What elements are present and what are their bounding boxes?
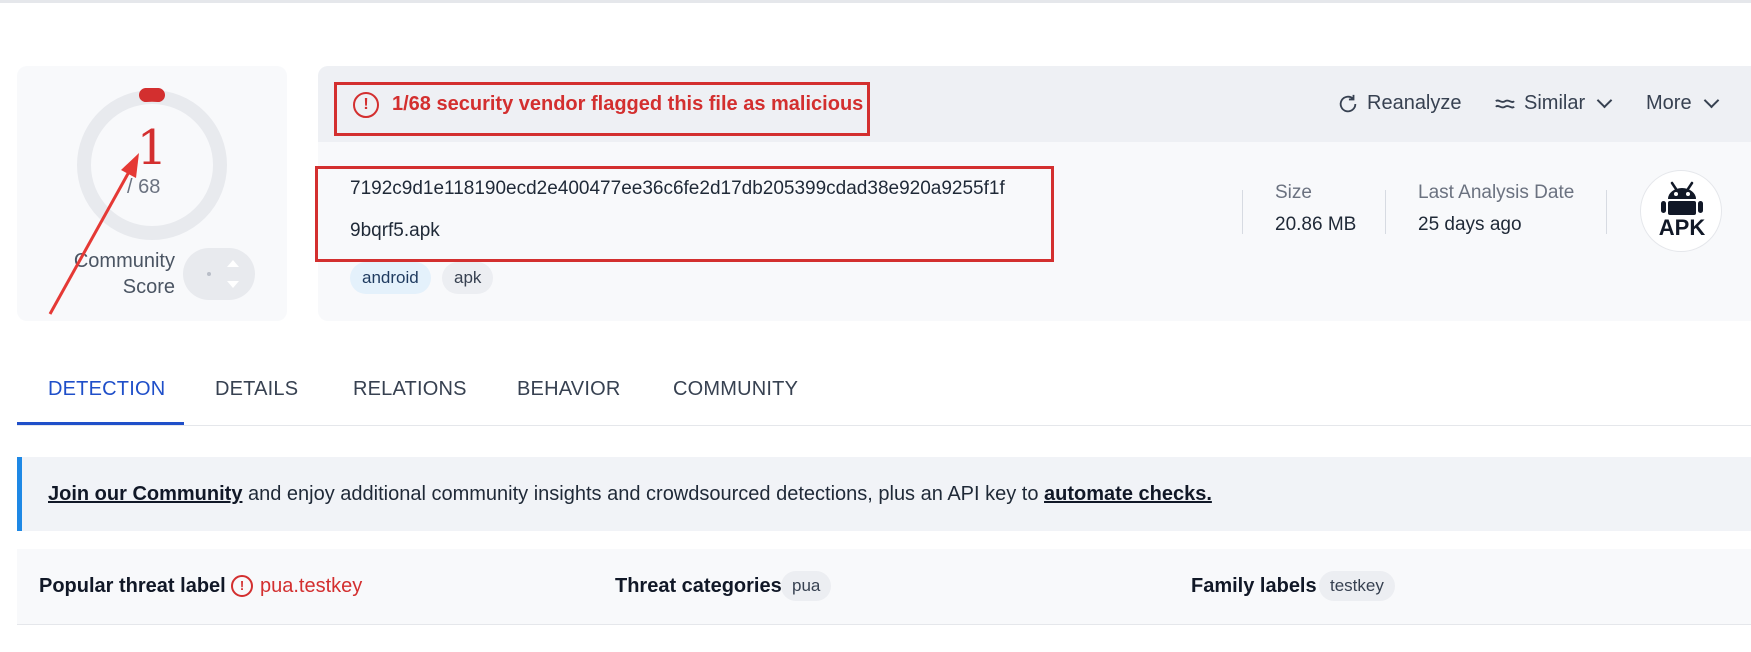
vote-down-icon[interactable] [227,281,239,288]
family-label-pill[interactable]: testkey [1319,571,1395,601]
banner-text: Join our Community and enjoy additional … [48,483,1212,505]
refresh-icon [1339,94,1357,112]
android-icon [1661,181,1703,215]
tab-behavior[interactable]: BEHAVIOR [517,378,620,401]
similar-icon [1495,99,1515,108]
chevron-down-icon [1703,92,1719,109]
alert-circle-icon: ! [353,92,379,118]
tag-apk[interactable]: apk [442,262,494,294]
detection-count: 1 [136,120,168,176]
meta-divider [1385,190,1386,234]
file-name: 9bqrf5.apk [350,220,440,241]
file-type-label: APK [1658,215,1706,240]
report-tabs: DETECTION DETAILS RELATIONS BEHAVIOR COM… [17,360,1751,426]
popular-threat-value[interactable]: pua.testkey [260,575,362,598]
community-score-label: Community Score [73,250,175,298]
malicious-alert-text: 1/68 security vendor flagged this file a… [392,93,864,115]
community-score-vote[interactable] [183,248,255,300]
popular-threat-label: Popular threat label [39,575,226,597]
meta-divider [1242,190,1243,234]
tab-detection[interactable]: DETECTION [48,378,165,401]
chevron-down-icon [1596,92,1613,109]
last-analysis-label: Last Analysis Date [1418,182,1575,203]
active-tab-indicator [17,422,184,425]
top-divider [0,0,1751,3]
threat-categories-label: Threat categories [615,575,782,597]
size-value: 20.86 MB [1275,214,1357,235]
vote-up-icon[interactable] [227,260,239,267]
file-hash[interactable]: 7192c9d1e118190ecd2e400477ee36c6fe2d17db… [350,178,1005,200]
tab-relations[interactable]: RELATIONS [353,378,467,401]
tab-details[interactable]: DETAILS [215,378,298,401]
threat-summary-row: Popular threat label ! pua.testkey Threa… [17,549,1751,625]
detection-total: / 68 [127,176,161,198]
tag-android[interactable]: android [350,262,431,294]
more-dropdown[interactable]: More [1646,92,1719,115]
meta-divider [1606,190,1607,234]
vote-dot-icon [207,272,211,276]
threat-category-pill[interactable]: pua [781,571,832,601]
automate-checks-link[interactable]: automate checks. [1044,483,1212,505]
family-labels-label: Family labels [1191,575,1317,597]
tab-community[interactable]: COMMUNITY [673,378,798,401]
alert-circle-icon: ! [231,575,253,597]
file-type-badge: APK [1640,170,1722,252]
last-analysis-value: 25 days ago [1418,214,1522,235]
community-score-card: 1 / 68 Community Score [17,66,287,321]
similar-dropdown[interactable]: Similar [1494,92,1613,115]
join-community-link[interactable]: Join our Community [48,483,242,505]
size-label: Size [1275,182,1312,203]
join-community-banner: Join our Community and enjoy additional … [17,457,1751,531]
reanalyze-button[interactable]: Reanalyze [1337,92,1462,115]
